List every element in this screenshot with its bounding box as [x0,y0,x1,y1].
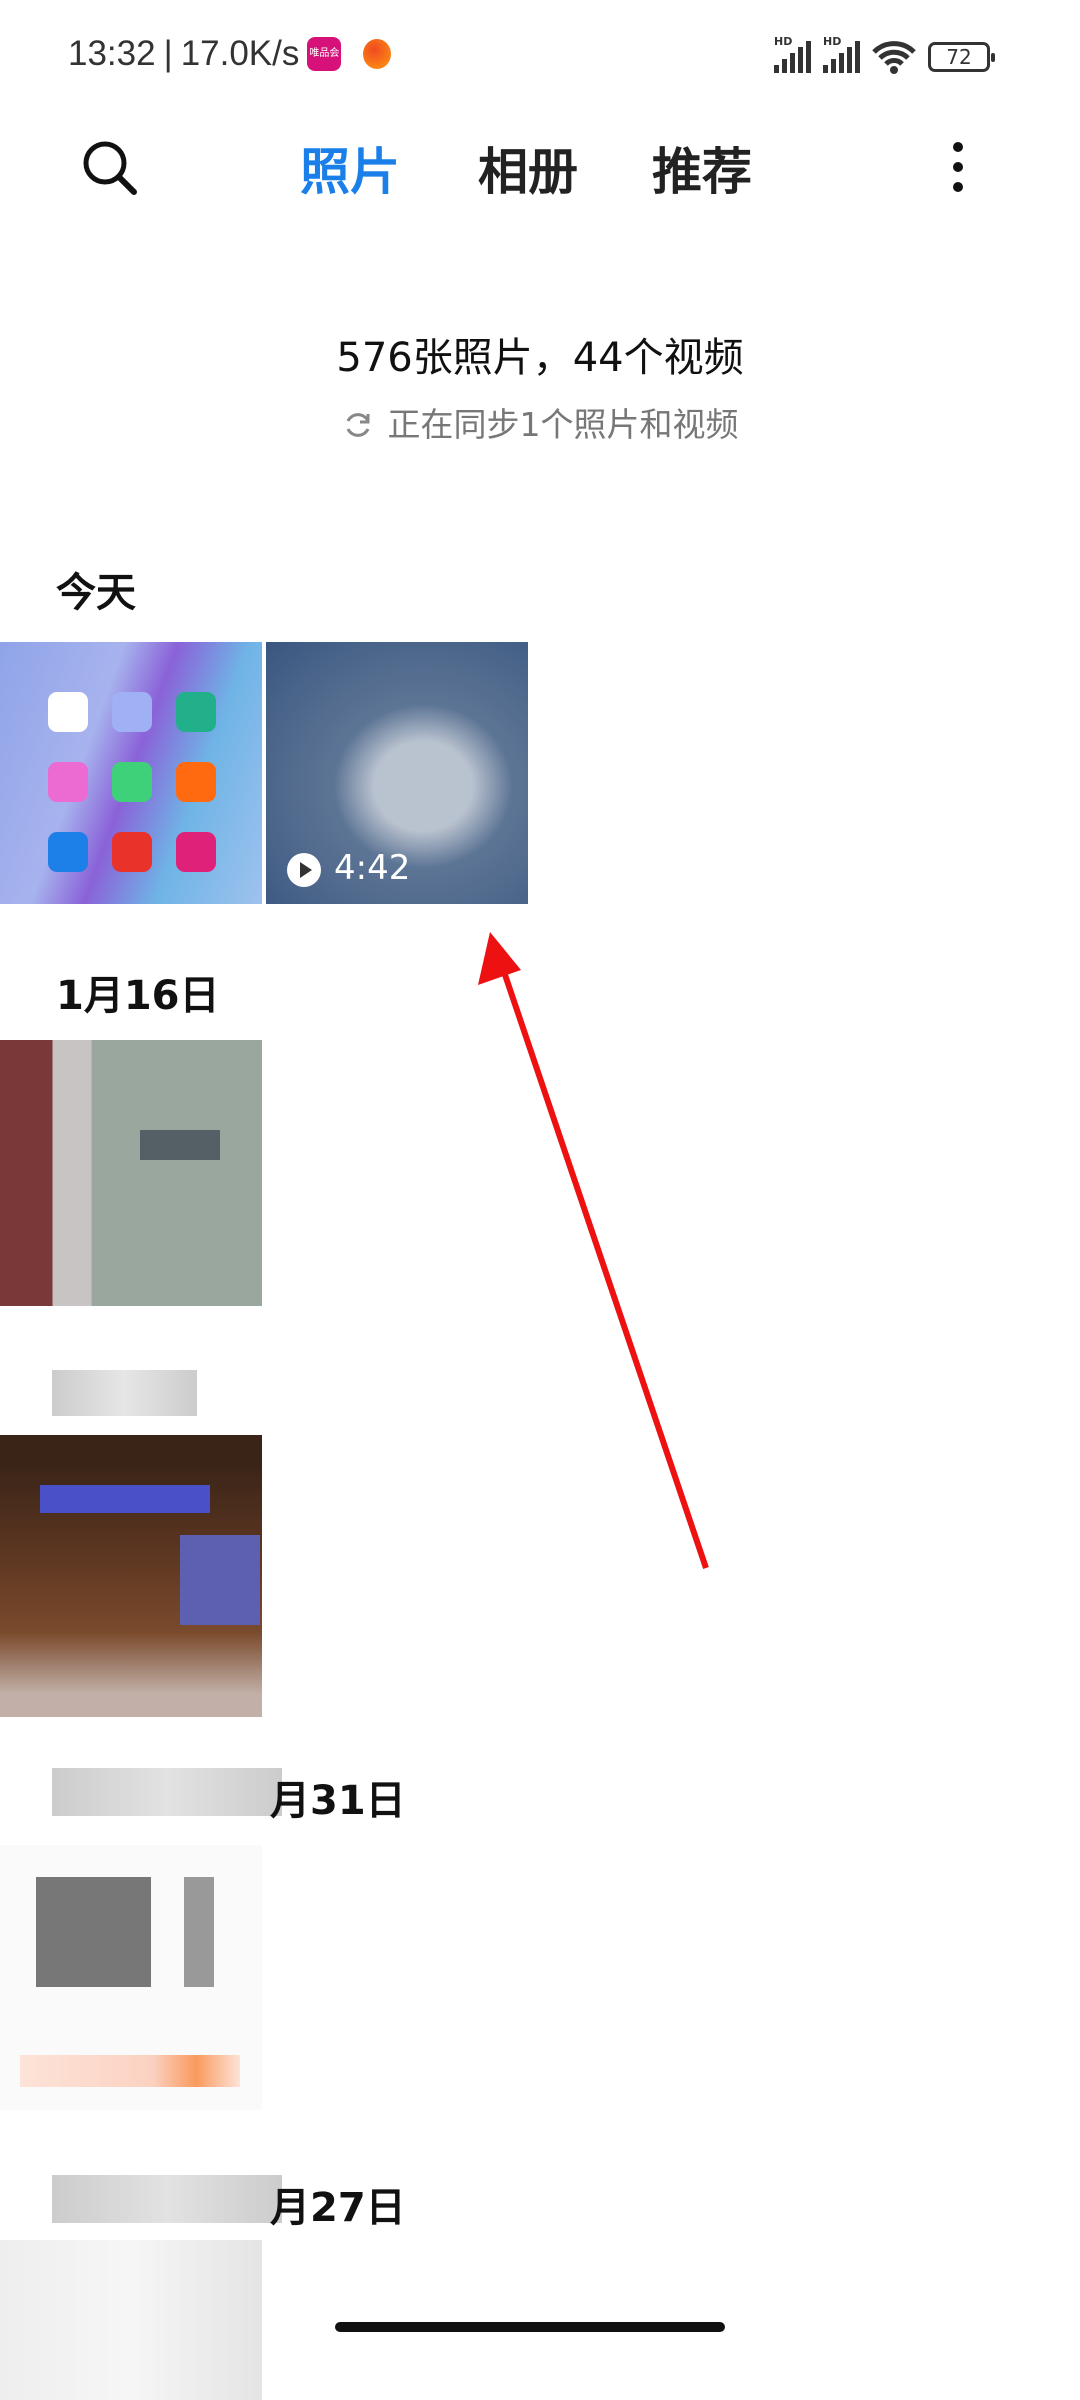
section-date: 今天 [56,570,136,616]
home-indicator[interactable] [335,2322,725,2332]
network-speed: 17.0K/s [180,34,300,73]
orange-app-icon [363,39,392,69]
app-icon [48,832,88,872]
section-date: 1月16日 [56,973,220,1019]
battery-icon: 72 [928,42,995,72]
app-icon [112,762,152,802]
pixelated-block [140,1130,220,1160]
app-icon [112,832,152,872]
app-icon [176,832,216,872]
wifi-icon [872,41,916,74]
video-thumbnail[interactable]: 4:42 [266,642,528,904]
pixelated-block [40,1485,210,1513]
sync-text: 正在同步1个照片和视频 [387,405,739,444]
section-date-blurred [52,1768,282,1816]
section-date-blurred [52,2175,282,2223]
app-icon [176,762,216,802]
pixelated-block [180,1535,260,1625]
app-icon [48,762,88,802]
photo-thumbnail[interactable] [0,2240,262,2400]
tab-albums[interactable]: 相册 [478,132,578,204]
photo-thumbnail-screenshot[interactable] [0,642,262,904]
section-date: 月27日 [270,2185,406,2231]
pixelated-block [36,1877,151,1987]
app-icon [176,692,216,732]
pixelated-block [184,1877,214,1987]
photo-thumbnail[interactable] [0,1435,262,1717]
photo-thumbnail[interactable] [0,1845,262,2110]
signal-icon: HD [774,35,811,73]
sync-icon [346,413,369,437]
photo-thumbnail[interactable] [0,1040,262,1306]
play-icon [287,853,321,887]
signal-icon: HD [823,35,860,73]
more-options-icon[interactable] [948,140,968,194]
app-icon [48,692,88,732]
media-count: 576张照片，44个视频 [336,335,744,381]
sync-status: 正在同步1个照片和视频 [0,398,1080,446]
vip-app-icon: 唯品会 [307,37,342,71]
section-date: 月31日 [270,1778,406,1824]
section-date-blurred [52,1370,197,1416]
video-duration: 4:42 [334,848,411,888]
tab-recommended[interactable]: 推荐 [652,132,752,204]
status-bar-right: HD HD 72 [774,35,995,74]
pixelated-block [20,2055,240,2087]
time: 13:32 [68,34,156,73]
separator: | [163,34,173,73]
app-icon [112,692,152,732]
tab-photos[interactable]: 照片 [300,132,400,204]
status-bar-left: 13:32 | 17.0K/s 唯品会 [68,34,392,74]
search-icon[interactable] [80,138,140,198]
